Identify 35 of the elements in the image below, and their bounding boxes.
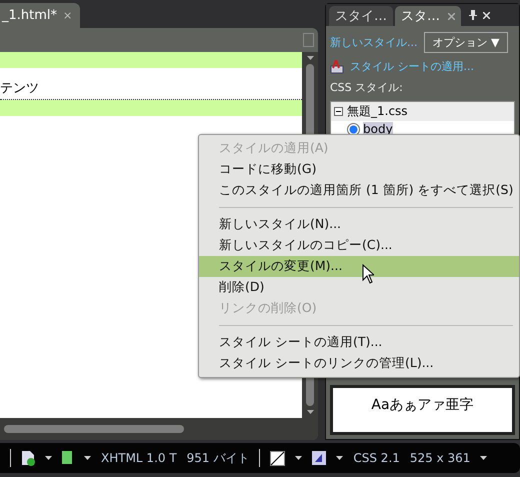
- panel-tab[interactable]: スタ…: [395, 6, 461, 26]
- caret-icon: [306, 56, 314, 60]
- stylesheet-icon: [330, 60, 344, 74]
- caret-icon: [45, 456, 52, 460]
- options-button[interactable]: オプション ▼: [424, 32, 508, 53]
- menu-item[interactable]: コードに移動(G): [199, 159, 519, 180]
- validation-icon[interactable]: [21, 450, 35, 466]
- menu-item[interactable]: スタイル シートの適用(T)...: [199, 332, 519, 353]
- menu-item[interactable]: 新しいスタイル(N)...: [199, 214, 519, 235]
- menu-item[interactable]: 新しいスタイルのコピー(C)...: [199, 235, 519, 256]
- css-styles-label: CSS スタイル:: [330, 80, 404, 95]
- content-text: テンツ: [0, 80, 39, 97]
- caret-icon: [84, 456, 91, 460]
- format-icon[interactable]: [312, 451, 326, 465]
- style-icon: [347, 122, 360, 136]
- caret-icon: [336, 456, 344, 460]
- collapse-icon[interactable]: [334, 107, 343, 116]
- dimensions-text[interactable]: 525 x 361: [410, 451, 470, 465]
- menu-item[interactable]: このスタイルの適用箇所 (1 箇所) をすべて選択(S): [199, 180, 519, 201]
- menu-item[interactable]: スタイルの変更(M)...: [199, 256, 519, 277]
- menu-item[interactable]: 削除(D): [199, 277, 519, 298]
- css-level-text: CSS 2.1: [353, 451, 400, 465]
- caret-icon: [295, 456, 302, 460]
- file-size-text: 951 バイト: [186, 450, 250, 466]
- mouse-cursor: [362, 264, 374, 284]
- doctype-text: XHTML 1.0 T: [101, 451, 177, 465]
- caret-icon: [306, 410, 314, 414]
- box-icon[interactable]: [270, 450, 286, 466]
- horizontal-scrollbar[interactable]: [0, 418, 318, 440]
- document-tab[interactable]: _1.html* ×: [0, 3, 80, 28]
- pin-icon[interactable]: [469, 10, 477, 20]
- style-preview: Aaあぁアァ亜字: [371, 396, 474, 414]
- panel-tab[interactable]: スタイ…: [329, 6, 393, 26]
- menu-item[interactable]: スタイル シートのリンクの管理(L)...: [199, 353, 519, 374]
- caret-icon: [480, 456, 488, 460]
